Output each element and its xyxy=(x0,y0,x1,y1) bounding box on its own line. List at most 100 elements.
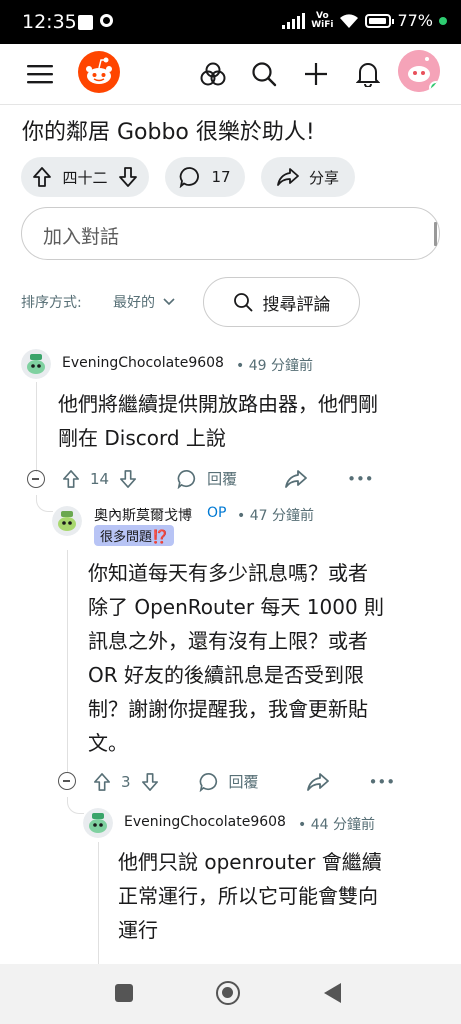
comment-body: 你知道每天有多少訊息嗎？或者 除了 OpenRouter 每天 1000 則 訊… xyxy=(88,556,384,760)
collapse-thread-button[interactable] xyxy=(27,470,45,488)
comment-icon[interactable] xyxy=(177,469,197,489)
system-nav-bar xyxy=(0,964,461,1024)
search-icon xyxy=(233,293,252,312)
online-indicator xyxy=(429,81,440,92)
search-comments-button[interactable]: 搜尋評論 xyxy=(203,277,360,327)
comment-line: 運行 xyxy=(118,918,158,942)
comment-author[interactable]: 奧內斯莫爾戈博 xyxy=(94,505,192,525)
comment-line: 剛在 Discord 上說 xyxy=(58,426,226,450)
share-icon xyxy=(277,168,299,186)
thread-connector xyxy=(36,495,53,512)
sort-value: 最好的 xyxy=(113,295,155,311)
thread-line[interactable] xyxy=(36,382,37,472)
post-title: 你的鄰居 Gobbo 很樂於助人! xyxy=(22,120,315,145)
snoo-avatar-icon xyxy=(21,349,51,379)
avatar[interactable] xyxy=(52,506,82,536)
snoo-avatar-icon xyxy=(52,506,82,536)
menu-button[interactable] xyxy=(20,54,60,94)
add-comment-input[interactable]: 加入對話 xyxy=(21,207,440,260)
reddit-logo-icon xyxy=(78,51,120,93)
status-time: 12:35 xyxy=(22,11,77,33)
op-badge: OP xyxy=(207,505,227,521)
more-options-button[interactable]: ••• xyxy=(347,470,374,488)
comment-time: • 47 分鐘前 xyxy=(237,508,314,524)
comment-vote-count: 14 xyxy=(90,469,110,488)
comment-icon[interactable] xyxy=(199,772,219,792)
search-button[interactable] xyxy=(244,54,284,94)
reddit-logo[interactable] xyxy=(77,50,121,94)
comment-time: • 44 分鐘前 xyxy=(298,817,375,833)
text-cursor xyxy=(434,222,437,246)
communities-icon xyxy=(200,62,226,86)
upvote-icon[interactable] xyxy=(32,166,52,188)
comment-line: 你知道每天有多少訊息嗎？或者 xyxy=(88,561,368,585)
vote-count: 四十二 xyxy=(62,168,108,187)
add-comment-placeholder: 加入對話 xyxy=(43,226,120,248)
comment-line: 制？謝謝你提醒我，我會更新貼 xyxy=(88,697,368,721)
wifi-icon xyxy=(340,13,359,28)
comment-vote-count: 3 xyxy=(121,772,131,791)
comment-body: 他們將繼續提供開放路由器，他們剛 剛在 Discord 上說 xyxy=(58,387,378,455)
comment-line: 他們將繼續提供開放路由器，他們剛 xyxy=(58,392,378,416)
battery-icon xyxy=(365,13,395,28)
comment-author[interactable]: EveningChocolate9608 xyxy=(124,814,286,830)
app-bar xyxy=(0,44,461,105)
bell-icon xyxy=(356,63,380,87)
reply-button[interactable]: 回覆 xyxy=(207,468,237,489)
comment-body: 他們只說 openrouter 會繼續 正常運行，所以它可能會雙向 運行 xyxy=(118,845,382,947)
sort-label: 排序方式: xyxy=(21,295,82,311)
comment-author[interactable]: EveningChocolate9608 xyxy=(62,355,224,371)
snoo-avatar-icon xyxy=(83,808,113,838)
share-button[interactable]: 分享 xyxy=(261,157,355,197)
comment-icon xyxy=(180,167,200,188)
user-flair: 很多問題⁉️ xyxy=(94,525,175,546)
vote-pill: 四十二 xyxy=(21,157,149,197)
comments-button[interactable]: 17 xyxy=(165,157,245,197)
reply-button[interactable]: 回覆 xyxy=(229,771,259,792)
downvote-icon[interactable] xyxy=(119,469,137,489)
hamburger-icon xyxy=(27,65,53,84)
comment-line: 正常運行，所以它可能會雙向 xyxy=(118,884,378,908)
comment-count: 17 xyxy=(211,168,231,186)
search-comments-label: 搜尋評論 xyxy=(262,294,331,315)
comment-actions: 3 回覆 ••• xyxy=(93,771,395,792)
upvote-icon[interactable] xyxy=(62,469,80,489)
avatar[interactable] xyxy=(21,349,51,379)
vowifi-label: Vo WiFi xyxy=(311,10,334,30)
thread-connector xyxy=(67,797,84,814)
comment-actions: 14 回覆 ••• xyxy=(62,468,374,489)
thread-line[interactable] xyxy=(98,842,99,964)
communities-button[interactable] xyxy=(193,54,233,94)
recents-button[interactable] xyxy=(115,984,133,1002)
app-notification-icon xyxy=(100,14,113,27)
comment-line: 他們只說 openrouter 會繼續 xyxy=(118,850,382,874)
status-right: Vo WiFi 77% xyxy=(282,11,447,30)
privacy-dot xyxy=(439,16,447,25)
signal-icon xyxy=(282,12,306,29)
comment-line: OR 好友的後續訊息是否受到限 xyxy=(88,663,364,687)
more-options-button[interactable]: ••• xyxy=(369,773,396,791)
sort-dropdown[interactable]: 最好的 xyxy=(113,292,175,312)
collapse-thread-button[interactable] xyxy=(58,772,76,790)
downvote-icon[interactable] xyxy=(141,772,159,792)
battery-level: 77% xyxy=(397,11,433,30)
share-icon[interactable] xyxy=(306,772,329,792)
avatar[interactable] xyxy=(83,808,113,838)
comment-time: • 49 分鐘前 xyxy=(236,358,313,374)
home-button[interactable] xyxy=(216,981,240,1005)
plus-icon xyxy=(305,63,327,85)
upvote-icon[interactable] xyxy=(93,772,111,792)
comment-line: 訊息之外，還有沒有上限？或者 xyxy=(88,629,368,653)
share-label: 分享 xyxy=(308,168,339,187)
user-avatar[interactable] xyxy=(398,50,440,92)
notifications-button[interactable] xyxy=(348,54,388,94)
status-bar: 12:35 Vo WiFi 77% xyxy=(0,0,461,44)
search-icon xyxy=(252,62,277,87)
gallery-notification-icon xyxy=(78,15,93,30)
downvote-icon[interactable] xyxy=(118,166,138,188)
back-icon[interactable] xyxy=(323,982,343,1004)
thread-line[interactable] xyxy=(67,550,68,772)
comment-line: 文。 xyxy=(88,731,128,755)
create-post-button[interactable] xyxy=(296,54,336,94)
share-icon[interactable] xyxy=(285,469,308,489)
